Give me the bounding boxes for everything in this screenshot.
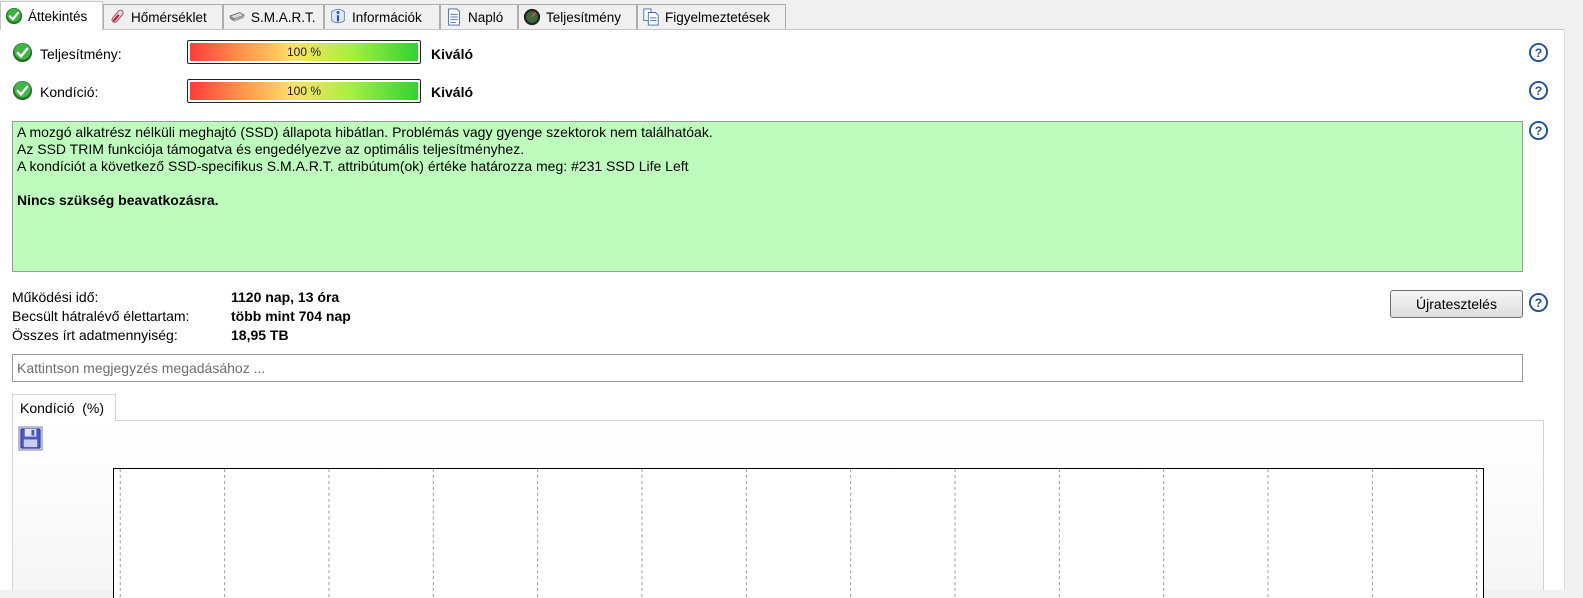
status-message-line: A kondíciót a következő SSD-specifikus S… <box>17 158 689 174</box>
tab-label: Áttekintés <box>28 8 88 24</box>
check-circle-icon <box>5 7 23 25</box>
tab-alerts[interactable]: Figyelmeztetések <box>637 4 786 29</box>
chart-tab-label: Kondíció (%) <box>20 400 105 416</box>
tab-label: Teljesítmény <box>546 9 622 25</box>
note-input[interactable] <box>12 354 1523 382</box>
uptime-value: 1120 nap, 13 óra <box>231 289 340 305</box>
tab-label: Információk <box>352 9 422 25</box>
help-icon[interactable]: ? <box>1529 81 1548 100</box>
tab-smart[interactable]: S.M.A.R.T. <box>223 4 324 29</box>
tab-label: Figyelmeztetések <box>665 9 771 25</box>
lifetime-label: Becsült hátralévő élettartam: <box>12 308 190 324</box>
help-icon[interactable]: ? <box>1529 43 1548 62</box>
tab-label: S.M.A.R.T. <box>251 9 316 25</box>
log-document-icon <box>448 8 460 26</box>
health-bar: 100 % <box>187 79 421 103</box>
status-action-text: Nincs szükség beavatkozásra. <box>17 192 219 208</box>
tab-performance[interactable]: Teljesítmény <box>518 4 637 29</box>
written-data-label: Összes írt adatmennyiség: <box>12 327 178 343</box>
alerts-document-icon <box>643 8 659 26</box>
performance-percent: 100 % <box>286 45 322 59</box>
uptime-label: Működési idő: <box>12 289 99 305</box>
tab-label: Hőmérséklet <box>131 9 207 25</box>
info-icon <box>331 8 345 24</box>
drive-icon <box>228 12 246 22</box>
svg-text:?: ? <box>1535 296 1543 310</box>
performance-bar-fill: 100 % <box>190 43 418 61</box>
tab-label: Napló <box>468 9 504 25</box>
status-message-box: A mozgó alkatrész nélküli meghajtó (SSD)… <box>12 121 1523 272</box>
check-circle-icon <box>12 80 33 101</box>
save-icon[interactable] <box>18 426 43 451</box>
health-chart-plot <box>113 468 1484 598</box>
status-message-line: Az SSD TRIM funkciója támogatva és enged… <box>17 141 525 157</box>
help-icon[interactable]: ? <box>1529 121 1548 140</box>
check-circle-icon <box>12 42 33 63</box>
tab-information[interactable]: Információk <box>324 4 440 29</box>
speedometer-icon <box>523 8 541 26</box>
svg-text:?: ? <box>1535 124 1543 138</box>
health-percent: 100 % <box>286 84 322 98</box>
thermometer-icon <box>111 9 124 23</box>
tab-health-chart[interactable]: Kondíció (%) <box>12 394 116 421</box>
health-rating: Kiváló <box>431 84 474 100</box>
lifetime-value: több mint 704 nap <box>231 308 351 324</box>
retest-button[interactable]: Újratesztelés <box>1390 290 1523 318</box>
performance-rating: Kiváló <box>431 46 474 62</box>
performance-bar: 100 % <box>187 40 421 64</box>
tab-log[interactable]: Napló <box>440 4 518 29</box>
status-message-line: A mozgó alkatrész nélküli meghajtó (SSD)… <box>17 124 713 140</box>
performance-label: Teljesítmény: <box>40 46 122 62</box>
svg-text:?: ? <box>1535 84 1543 98</box>
written-data-value: 18,95 TB <box>231 327 289 343</box>
svg-text:?: ? <box>1535 46 1543 60</box>
tab-bar: Áttekintés Hőmérséklet S.M.A.R.T. Inform… <box>0 0 1583 30</box>
tab-overview[interactable]: Áttekintés <box>0 1 103 30</box>
health-bar-fill: 100 % <box>190 82 418 100</box>
tab-temperature[interactable]: Hőmérséklet <box>103 4 223 29</box>
health-label: Kondíció: <box>40 84 99 100</box>
help-icon[interactable]: ? <box>1529 293 1548 312</box>
health-chart-panel <box>12 420 1544 598</box>
